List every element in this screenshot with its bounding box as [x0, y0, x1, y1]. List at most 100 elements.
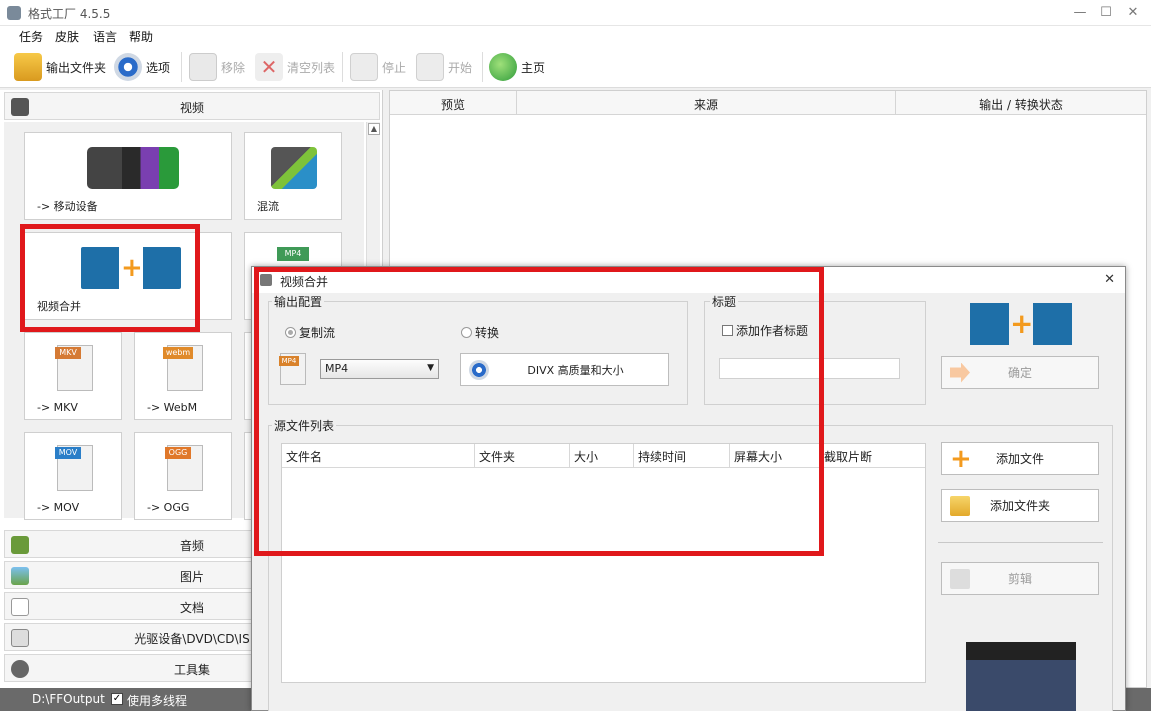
source-file-table[interactable]: 文件名 文件夹 大小 持续时间 屏幕大小 截取片断: [281, 443, 926, 683]
dropdown-arrow-icon: ▼: [427, 363, 434, 373]
title-text-field[interactable]: [719, 358, 900, 379]
convert-radio[interactable]: 转换: [461, 324, 499, 341]
copy-stream-radio-dot: [285, 327, 296, 338]
tile-mobile-label: -> 移动设备: [37, 200, 98, 213]
stop-label: 停止: [382, 60, 407, 75]
clear-list-label: 清空列表: [287, 60, 336, 75]
toolbar-separator: [342, 52, 343, 82]
video-merge-dialog: 视频合并 ✕ 输出配置 复制流 转换 MP4 MP4 ▼ DIVX 高质量和大小…: [251, 266, 1126, 711]
mp4-format-icon: MP4: [279, 353, 306, 385]
mov-badge: MOV: [55, 447, 81, 459]
col-duration[interactable]: 持续时间: [634, 444, 730, 468]
window-title: 格式工厂 4.5.5: [28, 7, 111, 21]
output-path[interactable]: D:\FFOutput: [32, 692, 105, 706]
app-icon: [7, 6, 21, 20]
add-folder-label: 添加文件夹: [989, 499, 1050, 513]
tile-video-merge[interactable]: + 视频合并: [24, 232, 232, 320]
options-button[interactable]: 选项: [114, 52, 170, 82]
clip-label: 剪辑: [1007, 572, 1032, 586]
task-list-header: 预览 来源 输出 / 转换状态: [390, 91, 1146, 115]
preset-label: DIVX 高质量和大小: [527, 363, 624, 377]
tile-mov-label: -> MOV: [37, 501, 80, 514]
ok-arrow-icon: [950, 362, 970, 383]
col-source[interactable]: 来源: [517, 96, 895, 113]
tile-mux-label: 混流: [257, 200, 279, 213]
col-folder[interactable]: 文件夹: [475, 444, 570, 468]
output-folder-button[interactable]: 输出文件夹: [14, 52, 106, 82]
multithread-label: 使用多线程: [127, 694, 188, 708]
scissors-film-icon: [950, 568, 970, 589]
options-gear-icon: [114, 53, 142, 81]
format-select[interactable]: MP4 ▼: [320, 359, 439, 379]
plus-icon: +: [121, 253, 143, 283]
minimize-button[interactable]: —: [1071, 4, 1089, 22]
dialog-title-bar: 视频合并 ✕: [252, 267, 1125, 293]
dialog-close-button[interactable]: ✕: [1104, 272, 1115, 287]
convert-label: 转换: [475, 326, 500, 340]
tile-merge-label: 视频合并: [37, 300, 81, 313]
close-button[interactable]: ✕: [1124, 4, 1142, 22]
preset-gear-icon: [469, 359, 489, 380]
start-icon: [416, 53, 444, 81]
col-preview[interactable]: 预览: [390, 96, 516, 113]
tile-mov[interactable]: MOV -> MOV: [24, 432, 122, 520]
add-author-title-label: 添加作者标题: [736, 324, 809, 338]
tile-webm[interactable]: webm -> WebM: [134, 332, 232, 420]
mkv-badge: MKV: [55, 347, 81, 359]
tile-ogg-label: -> OGG: [147, 501, 190, 514]
tile-mkv[interactable]: MKV -> MKV: [24, 332, 122, 420]
col-clip[interactable]: 截取片断: [820, 444, 925, 468]
tile-mobile-device[interactable]: -> 移动设备: [24, 132, 232, 220]
add-file-button[interactable]: + 添加文件: [941, 442, 1099, 475]
stop-button[interactable]: 停止: [350, 52, 406, 82]
clip-button[interactable]: 剪辑: [941, 562, 1099, 595]
clear-list-button[interactable]: ✕ 清空列表: [255, 52, 335, 82]
col-output-status[interactable]: 输出 / 转换状态: [896, 96, 1146, 113]
add-folder-icon: [950, 495, 970, 516]
category-video[interactable]: 视频: [4, 92, 380, 120]
category-video-label: 视频: [179, 101, 204, 115]
menu-bar: 任务 皮肤 语言 帮助: [0, 26, 1151, 46]
copy-stream-radio[interactable]: 复制流: [285, 324, 335, 341]
output-config-label: 输出配置: [272, 293, 325, 310]
maximize-button[interactable]: ☐: [1097, 4, 1115, 22]
multithread-checkbox[interactable]: ✓: [111, 693, 123, 705]
menu-language[interactable]: 语言: [93, 28, 117, 45]
add-author-title-checkbox[interactable]: 添加作者标题: [722, 322, 808, 339]
remove-button[interactable]: 移除: [189, 52, 245, 82]
menu-help[interactable]: 帮助: [129, 28, 153, 45]
ogg-badge: OGG: [165, 447, 191, 459]
preset-button[interactable]: DIVX 高质量和大小: [460, 353, 669, 386]
folder-icon: [14, 53, 42, 81]
home-label: 主页: [521, 60, 546, 75]
tile-mux[interactable]: 混流: [244, 132, 342, 220]
tile-ogg[interactable]: OGG -> OGG: [134, 432, 232, 520]
menu-skin[interactable]: 皮肤: [55, 28, 79, 45]
start-label: 开始: [448, 60, 473, 75]
remove-label: 移除: [221, 60, 246, 75]
title-group-label: 标题: [710, 293, 739, 310]
add-folder-button[interactable]: 添加文件夹: [941, 489, 1099, 522]
tile-mkv-label: -> MKV: [37, 401, 78, 414]
dialog-app-icon: [260, 274, 272, 286]
toolbar-separator: [482, 52, 483, 82]
add-file-label: 添加文件: [995, 452, 1044, 466]
scroll-up-arrow[interactable]: ▲: [368, 123, 380, 135]
col-screen-size[interactable]: 屏幕大小: [730, 444, 820, 468]
toolbar-separator: [181, 52, 182, 82]
dialog-title: 视频合并: [280, 275, 329, 289]
menu-task[interactable]: 任务: [19, 28, 43, 45]
col-size[interactable]: 大小: [570, 444, 634, 468]
add-plus-icon: +: [950, 443, 972, 474]
webm-badge: webm: [163, 347, 193, 359]
ok-button[interactable]: 确定: [941, 356, 1099, 389]
home-button[interactable]: 主页: [489, 52, 545, 82]
mobile-devices-icon: [87, 147, 179, 189]
clapperboard-icon: [966, 642, 1076, 711]
home-globe-icon: [489, 53, 517, 81]
col-filename[interactable]: 文件名: [282, 444, 475, 468]
start-button[interactable]: 开始: [416, 52, 472, 82]
add-author-title-box: [722, 325, 733, 336]
title-bar: 格式工厂 4.5.5 — ☐ ✕: [0, 0, 1151, 26]
mp4-badge: MP4: [277, 247, 309, 261]
